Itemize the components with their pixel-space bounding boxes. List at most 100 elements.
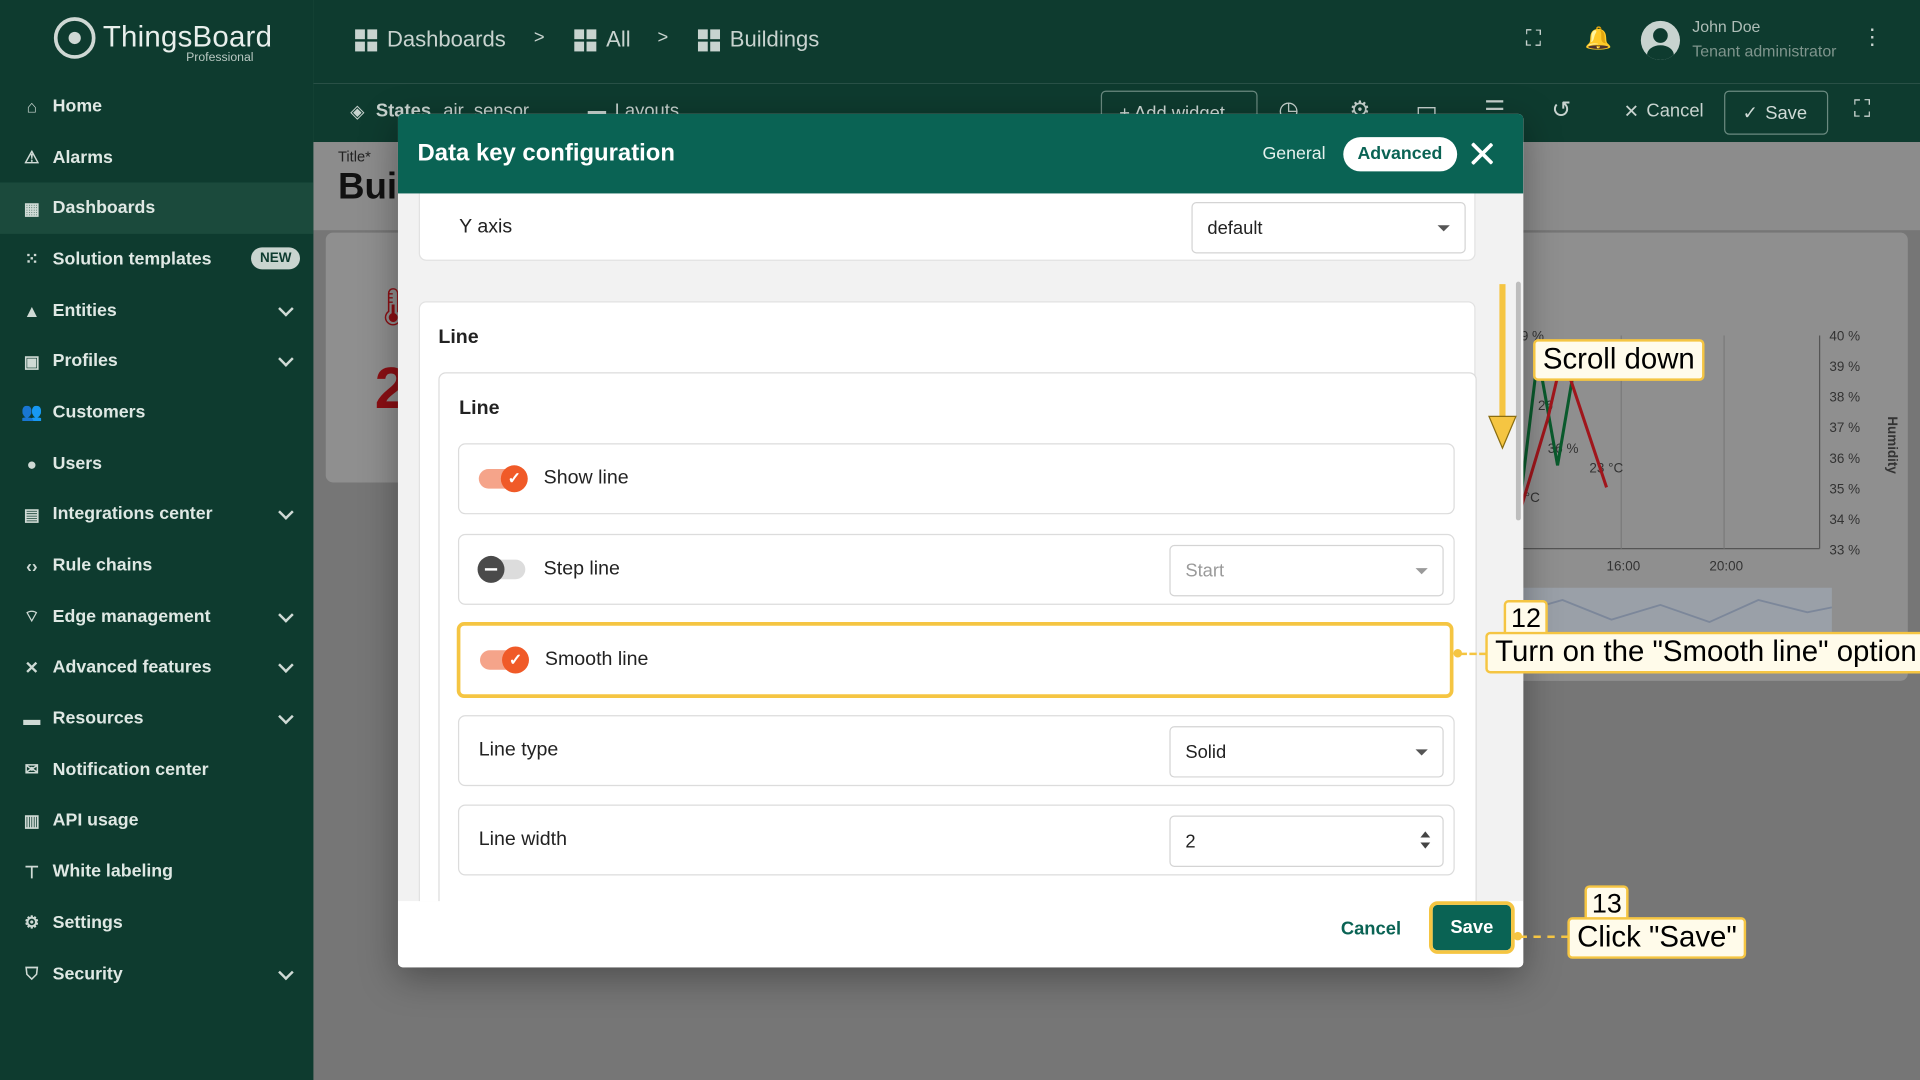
people-icon: 👥 <box>21 402 43 422</box>
smooth-line-toggle[interactable]: ✓ <box>480 646 529 674</box>
cancel-edit-button[interactable]: ✕ Cancel <box>1624 100 1704 122</box>
breadcrumb-label: All <box>606 26 631 52</box>
sidebar-item-label: Notification center <box>52 760 209 780</box>
sidebar-item-advanced-features[interactable]: ✕ Advanced features <box>0 642 313 693</box>
breadcrumb-dashboards[interactable]: Dashboards <box>355 27 506 53</box>
sidebar-item-edge-management[interactable]: ⌔ Edge management <box>0 591 313 642</box>
line-type-select[interactable]: Solid <box>1169 726 1444 778</box>
tab-toggle: General Advanced <box>1248 137 1458 172</box>
paint-roller-icon: ⊤ <box>24 861 40 882</box>
step-line-toggle[interactable] <box>477 555 526 583</box>
breadcrumb-buildings[interactable]: Buildings <box>697 27 819 53</box>
y-tick: 39 % <box>1829 359 1860 374</box>
code-icon: ‹› <box>26 555 38 576</box>
tab-advanced[interactable]: Advanced <box>1342 137 1458 172</box>
save-dashboard-button[interactable]: ✓ Save <box>1724 90 1829 135</box>
user-name: John Doe <box>1692 17 1761 36</box>
save-label: Save <box>1765 102 1808 124</box>
sidebar-item-white-labeling[interactable]: ⊤ White labeling <box>0 847 313 898</box>
sidebar-item-alarms[interactable]: ⚠ Alarms <box>0 132 313 183</box>
x-tick: 16:00 <box>1607 559 1641 574</box>
sidebar-item-integrations-center[interactable]: ▤ Integrations center <box>0 489 313 540</box>
line-width-label: Line width <box>478 828 568 850</box>
cancel-button[interactable]: Cancel <box>1341 918 1401 939</box>
sidebar-item-label: Resources <box>52 709 144 729</box>
tab-general[interactable]: General <box>1248 137 1341 171</box>
fullscreen-icon[interactable]: ⛶ <box>1526 26 1541 52</box>
y-tick: 35 % <box>1829 481 1860 496</box>
chevron-down-icon <box>278 964 294 980</box>
top-header: Dashboards > All > Buildings ⛶ 🔔 John Do… <box>313 0 1920 84</box>
sidebar-item-dashboards[interactable]: ▦ Dashboards <box>0 182 314 234</box>
y-tick: 37 % <box>1829 420 1860 435</box>
thingsboard-logo-icon <box>53 17 96 59</box>
chart-card[interactable]: 40 % 39 % 38 % 37 % 36 % 35 % 34 % 33 % … <box>1488 232 1908 681</box>
sidebar-item-label: Advanced features <box>52 658 212 678</box>
scroll-down-callout: Scroll down <box>1533 339 1705 381</box>
smooth-line-row: ✓ Smooth line <box>456 622 1454 698</box>
line-width-input[interactable]: 2 <box>1169 815 1444 867</box>
line-width-row: Line width 2 <box>457 804 1455 876</box>
app-edition: Professional <box>186 51 254 65</box>
dashboard-title[interactable]: Bui <box>338 167 397 209</box>
show-line-toggle[interactable]: ✓ <box>478 465 528 493</box>
minus-icon <box>477 555 505 583</box>
sidebar-item-security[interactable]: ⛉ Security <box>0 949 313 1000</box>
chart-icon: ▥ <box>23 810 40 831</box>
avatar[interactable] <box>1640 20 1681 61</box>
dialog-footer: Cancel Save <box>397 901 1524 968</box>
y-tick: 34 % <box>1829 512 1860 527</box>
sidebar-item-notification-center[interactable]: ✉ Notification center <box>0 744 313 795</box>
breadcrumb-all[interactable]: All <box>574 26 631 53</box>
fullscreen-icon[interactable]: ⛶ <box>1854 97 1870 124</box>
sidebar-item-customers[interactable]: 👥 Customers <box>0 387 313 438</box>
line-type-row: Line type Solid <box>457 715 1455 787</box>
more-vert-icon[interactable]: ⋮ <box>1861 24 1883 50</box>
step-type-select[interactable]: Start <box>1169 544 1444 597</box>
shield-icon: ⛉ <box>25 963 39 984</box>
chevron-down-icon <box>278 657 294 674</box>
app-name: ThingsBoard <box>102 20 273 54</box>
sidebar-item-users[interactable]: ● Users <box>0 438 313 489</box>
sidebar-item-label: Customers <box>52 402 146 423</box>
annotation-connector <box>1459 652 1487 656</box>
sidebar-item-label: Dashboards <box>52 198 156 219</box>
sidebar-item-entities[interactable]: ▲ Entities <box>0 285 313 336</box>
line-subsection-title: Line <box>459 397 500 419</box>
line-section-title: Line <box>438 326 479 348</box>
sidebar-item-solution-templates[interactable]: ⁙ Solution templates NEW <box>0 234 313 285</box>
y-axis-select[interactable]: default <box>1191 202 1466 254</box>
sidebar-item-settings[interactable]: ⚙ Settings <box>0 898 313 949</box>
sidebar-item-rule-chains[interactable]: ‹› Rule chains <box>0 540 313 591</box>
chevron-down-icon <box>278 300 294 317</box>
bell-icon[interactable]: 🔔 <box>1585 26 1612 52</box>
chevron-down-icon <box>278 351 294 368</box>
dialog-body: Y axis default Line Line ✓ Show line Ste… <box>397 193 1524 902</box>
sidebar-item-label: Profiles <box>52 351 118 372</box>
home-icon: ⌂ <box>26 96 38 117</box>
chevron-down-icon <box>278 504 294 521</box>
save-button[interactable]: Save <box>1428 901 1515 954</box>
x-tick: 20:00 <box>1709 559 1743 574</box>
close-icon[interactable] <box>1466 138 1498 170</box>
stepper-arrows-icon[interactable] <box>1420 831 1432 851</box>
folder-icon: ▬ <box>23 709 41 729</box>
sidebar-item-home[interactable]: ⌂ Home <box>0 81 313 132</box>
scroll-down-arrow-icon <box>1488 284 1517 450</box>
history-icon[interactable]: ↺ <box>1551 97 1570 125</box>
user-role: Tenant administrator <box>1692 41 1837 61</box>
chart-label: 23 °C <box>1589 461 1623 476</box>
sidebar-item-resources[interactable]: ▬ Resources <box>0 693 313 744</box>
y-axis-label: Humidity <box>1885 416 1900 474</box>
sidebar-item-profiles[interactable]: ▣ Profiles <box>0 336 313 387</box>
y-axis-label: Y axis <box>459 216 513 238</box>
title-label: Title* <box>337 148 371 166</box>
cancel-label: Cancel <box>1646 100 1704 122</box>
breadcrumb-separator: > <box>657 26 669 48</box>
chevron-down-icon <box>278 606 294 623</box>
new-badge: NEW <box>251 247 301 270</box>
notification-icon: ✉ <box>24 759 40 780</box>
chevron-down-icon <box>278 708 294 725</box>
sidebar-item-api-usage[interactable]: ▥ API usage <box>0 795 313 846</box>
sidebar-item-label: Alarms <box>52 147 113 168</box>
